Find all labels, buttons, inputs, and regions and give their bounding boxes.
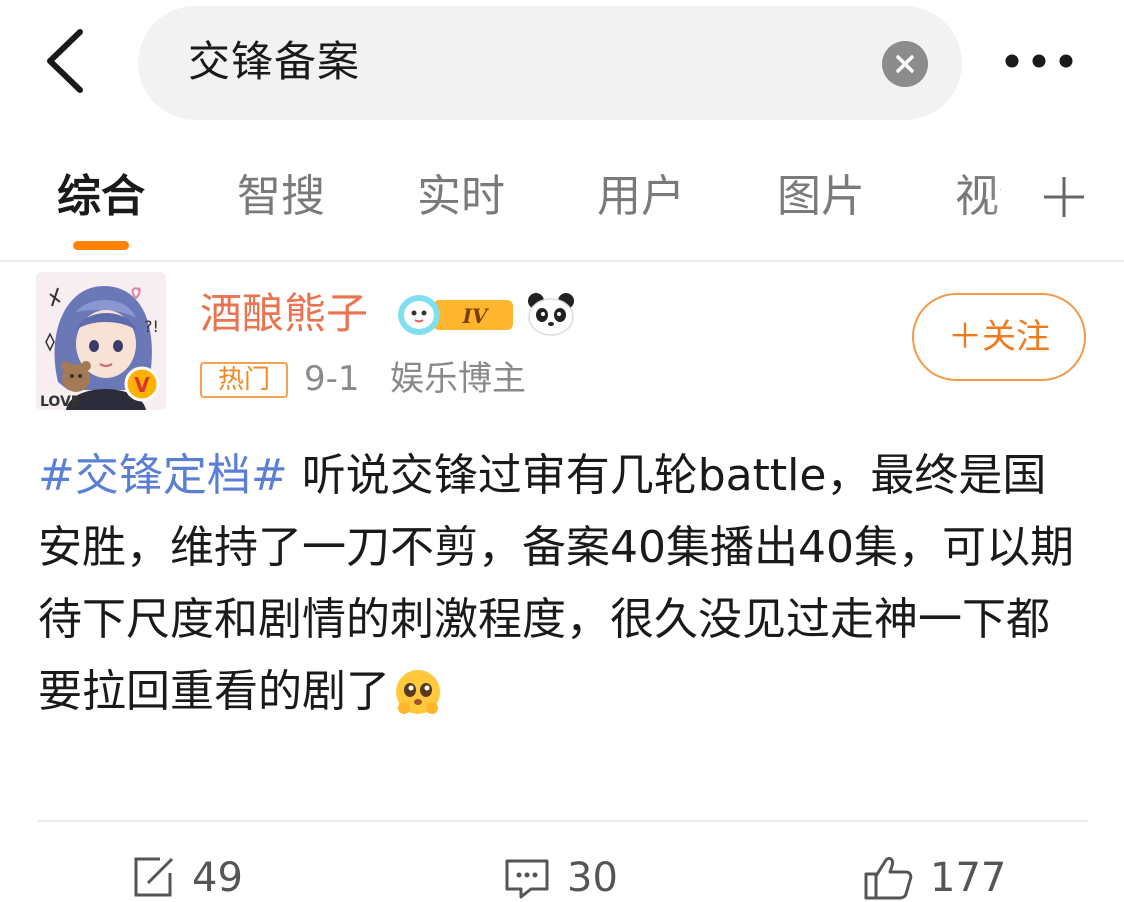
tab-realtime[interactable]: 实时 (417, 169, 505, 225)
tab-fade (990, 155, 1030, 245)
repost-count: 49 (192, 855, 243, 901)
follow-button[interactable]: ＋关注 (912, 293, 1086, 381)
author-name[interactable]: 酒酿熊子 (200, 286, 368, 342)
hashtag-link[interactable]: #交锋定档# (38, 450, 288, 501)
level-badge-icon: IV (398, 295, 513, 335)
svg-text:V: V (134, 373, 150, 397)
hot-tag: 热门 (200, 362, 288, 398)
comment-count: 30 (567, 855, 618, 901)
svg-text:IV: IV (462, 304, 490, 328)
divider (38, 820, 1088, 822)
post-text: #交锋定档# 听说交锋过审有几轮battle，最终是国安胜，维持了一刀不剪，备案… (38, 440, 1088, 728)
hopeful-face-emoji-icon (396, 670, 440, 714)
comment-button[interactable]: 30 (503, 854, 618, 902)
close-circle-icon[interactable] (882, 41, 928, 87)
plus-icon[interactable] (1040, 173, 1088, 221)
tab-users[interactable]: 用户 (597, 169, 685, 225)
search-tabs: 综合 智搜 实时 用户 图片 视频 (0, 125, 1124, 261)
like-count: 177 (930, 855, 1007, 901)
like-button[interactable]: 177 (862, 854, 1006, 902)
search-query[interactable]: 交锋备案 (188, 36, 360, 88)
repost-button[interactable]: 49 (130, 854, 243, 902)
search-box[interactable]: 交锋备案 (138, 6, 962, 120)
verified-v-icon: V (124, 366, 160, 402)
svg-text:?!: ?! (144, 317, 159, 336)
tab-comprehensive[interactable]: 综合 (57, 169, 145, 225)
chevron-left-icon[interactable] (40, 28, 94, 94)
post-date: 9-1 (304, 359, 360, 399)
svg-text:LOVE: LOVE (40, 394, 80, 410)
divider (0, 260, 1124, 262)
author-role: 娱乐博主 (390, 359, 526, 399)
avatar[interactable]: ?! LOVE V (36, 272, 166, 410)
tab-smart-search[interactable]: 智搜 (237, 169, 325, 225)
comment-icon (505, 859, 549, 899)
active-tab-indicator (73, 241, 129, 250)
panda-icon (528, 293, 574, 336)
more-dots-icon[interactable] (1003, 50, 1075, 72)
tab-images[interactable]: 图片 (777, 169, 865, 225)
repost-icon (134, 857, 174, 897)
thumbs-up-icon (864, 856, 913, 900)
top-bar: 交锋备案 (0, 0, 1124, 125)
